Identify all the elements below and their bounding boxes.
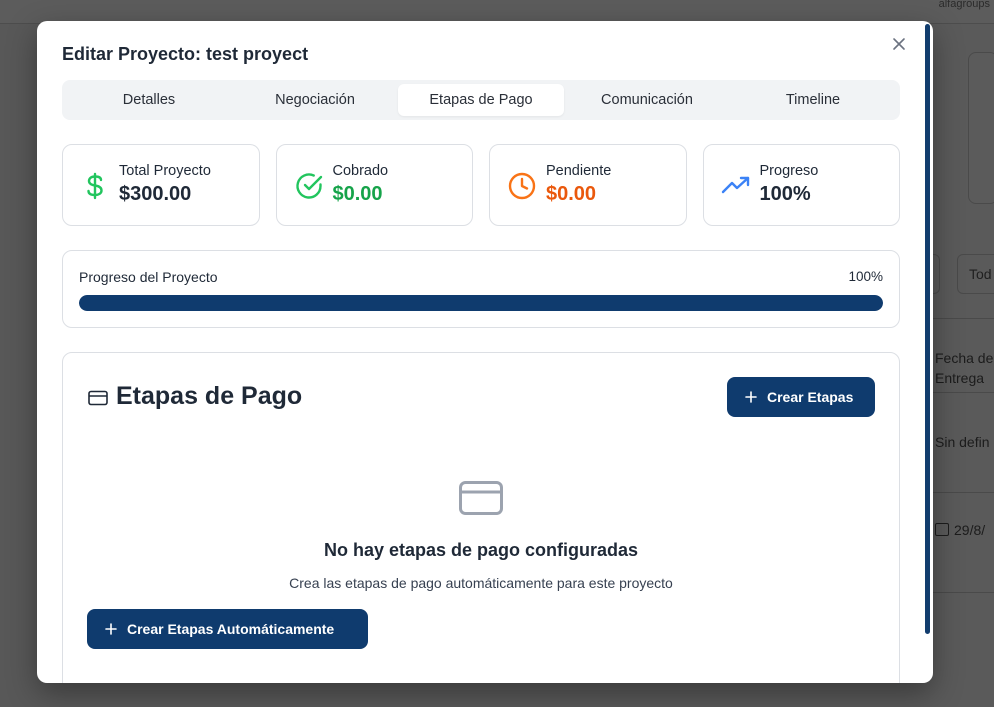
stat-card-progress: Progreso 100% (702, 144, 900, 226)
stat-card-collected: Cobrado $0.00 (275, 144, 473, 226)
trending-up-icon (721, 176, 749, 194)
background-divider (930, 392, 994, 393)
credit-card-icon (88, 390, 108, 406)
plus-icon (105, 623, 117, 635)
check-circle-icon (295, 173, 322, 199)
close-icon[interactable] (892, 37, 906, 51)
payment-stages-title: Etapas de Pago (116, 382, 303, 410)
stat-value: $300.00 (119, 183, 192, 205)
background-column-header: Fecha de Entrega (935, 350, 994, 386)
edit-project-modal: Editar Proyecto: test proyect Detalles N… (37, 21, 933, 683)
background-cell-date: 29/8/ (935, 520, 985, 540)
progress-bar (79, 295, 883, 311)
tab-bar: Detalles Negociación Etapas de Pago Comu… (62, 80, 900, 120)
background-card (968, 52, 994, 204)
background-user-label: alfagroups (938, 0, 990, 10)
tab-communication[interactable]: Comunicación (564, 84, 730, 116)
stat-card-pending: Pendiente $0.00 (489, 144, 687, 226)
stat-value: $0.00 (332, 183, 383, 205)
progress-percent: 100% (848, 269, 883, 284)
dollar-icon (87, 172, 103, 200)
tab-payment-stages[interactable]: Etapas de Pago (398, 84, 564, 116)
background-divider (930, 492, 994, 493)
stat-label: Progreso (759, 163, 819, 179)
stat-value: $0.00 (546, 183, 597, 205)
calendar-icon (935, 523, 949, 536)
credit-card-icon (459, 481, 503, 515)
tab-details[interactable]: Detalles (66, 84, 232, 116)
clock-icon (508, 172, 536, 200)
modal-scrollbar[interactable] (925, 24, 930, 634)
create-stages-label: Crear Etapas (767, 389, 854, 405)
tab-timeline[interactable]: Timeline (730, 84, 896, 116)
stat-label: Total Proyecto (119, 163, 211, 179)
background-divider (930, 592, 994, 593)
empty-state-description: Crea las etapas de pago automáticamente … (289, 575, 673, 591)
stat-label: Cobrado (332, 163, 389, 179)
payment-stages-card: Etapas de Pago Crear Etapas No hay etapa… (62, 352, 900, 683)
plus-icon (745, 391, 757, 403)
background-divider (930, 318, 994, 319)
tab-negotiation[interactable]: Negociación (232, 84, 398, 116)
stat-card-total: Total Proyecto $300.00 (62, 144, 260, 226)
stat-value: 100% (759, 183, 811, 205)
project-progress-card: Progreso del Proyecto 100% (62, 250, 900, 328)
stats-row: Total Proyecto $300.00 Cobrado $0.00 Pen… (62, 144, 900, 226)
stat-label: Pendiente (546, 163, 612, 179)
empty-state-title: No hay etapas de pago configuradas (323, 540, 639, 560)
modal-title: Editar Proyecto: test proyect (62, 44, 309, 64)
create-stages-auto-button[interactable]: Crear Etapas Automáticamente (87, 609, 368, 649)
background-filter-select: Tod (957, 254, 994, 294)
background-cell-delivery: Sin defin (935, 434, 990, 450)
progress-bar-fill (79, 295, 883, 311)
create-stages-auto-label: Crear Etapas Automáticamente (127, 621, 335, 637)
progress-label: Progreso del Proyecto (79, 269, 218, 285)
create-stages-button[interactable]: Crear Etapas (727, 377, 875, 417)
